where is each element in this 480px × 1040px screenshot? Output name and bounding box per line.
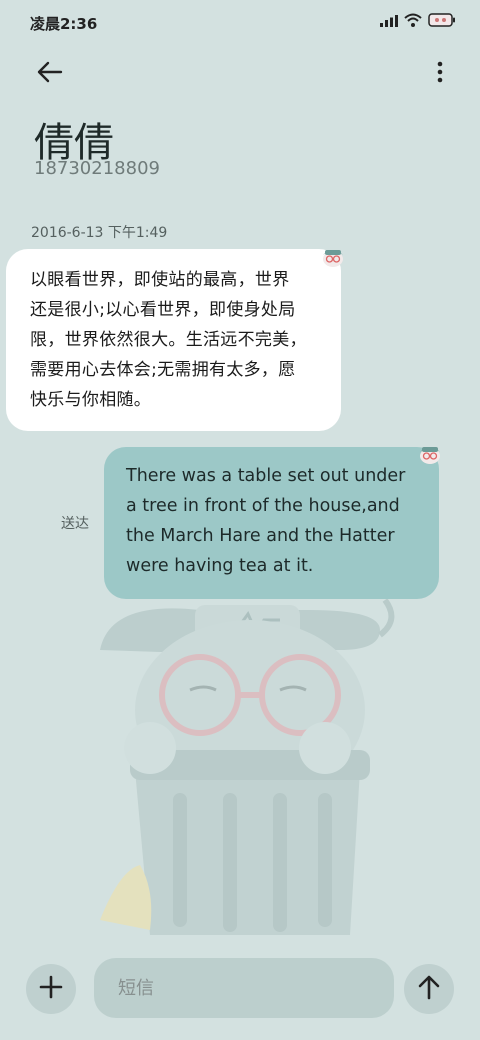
status-bar: 凌晨2:36	[0, 0, 480, 44]
send-button[interactable]	[404, 964, 454, 1014]
top-bar	[0, 44, 480, 100]
more-options-button[interactable]	[428, 52, 452, 96]
message-line: 需要用心去体会;无需拥有太多，愿	[30, 360, 296, 380]
arrow-left-icon	[36, 60, 64, 88]
message-line: There was a table set out under	[126, 466, 406, 486]
outgoing-message-bubble[interactable]: There was a table set out under a tree i…	[104, 447, 439, 599]
composer-bar	[0, 950, 480, 1040]
message-line: a tree in front of the house,and	[126, 496, 400, 516]
message-line: 以眼看世界，即使站的最高，世界	[30, 270, 290, 290]
status-time: 凌晨2:36	[30, 15, 98, 33]
message-line: the March Hare and the Hatter	[126, 526, 395, 546]
message-timestamp: 2016-6-13 下午1:49	[31, 225, 168, 241]
message-line: were having tea at it.	[126, 556, 314, 576]
background-illustration	[100, 598, 395, 935]
delivery-status: 送达	[61, 516, 89, 532]
contact-number: 18730218809	[34, 158, 160, 179]
plus-icon	[39, 975, 63, 1003]
more-vertical-icon	[437, 61, 443, 87]
outgoing-message-text: There was a table set out under a tree i…	[126, 461, 419, 581]
message-input[interactable]	[94, 958, 394, 1018]
message-line: 限，世界依然很大。生活远不完美，	[30, 330, 307, 350]
battery-icon	[428, 12, 456, 31]
message-line: 还是很小;以心看世界，即使身处局	[30, 300, 296, 320]
my-avatar-icon[interactable]	[418, 443, 442, 465]
contact-avatar-icon[interactable]	[321, 246, 345, 268]
incoming-message-bubble[interactable]: 以眼看世界，即使站的最高，世界 还是很小;以心看世界，即使身处局 限，世界依然很…	[6, 249, 341, 431]
incoming-message-text: 以眼看世界，即使站的最高，世界 还是很小;以心看世界，即使身处局 限，世界依然很…	[30, 265, 321, 415]
wifi-icon	[404, 12, 422, 31]
status-icons	[380, 12, 456, 31]
message-line: 快乐与你相随。	[30, 390, 152, 410]
add-attachment-button[interactable]	[26, 964, 76, 1014]
signal-icon	[380, 12, 398, 31]
back-button[interactable]	[28, 52, 72, 96]
arrow-up-icon	[417, 974, 441, 1004]
